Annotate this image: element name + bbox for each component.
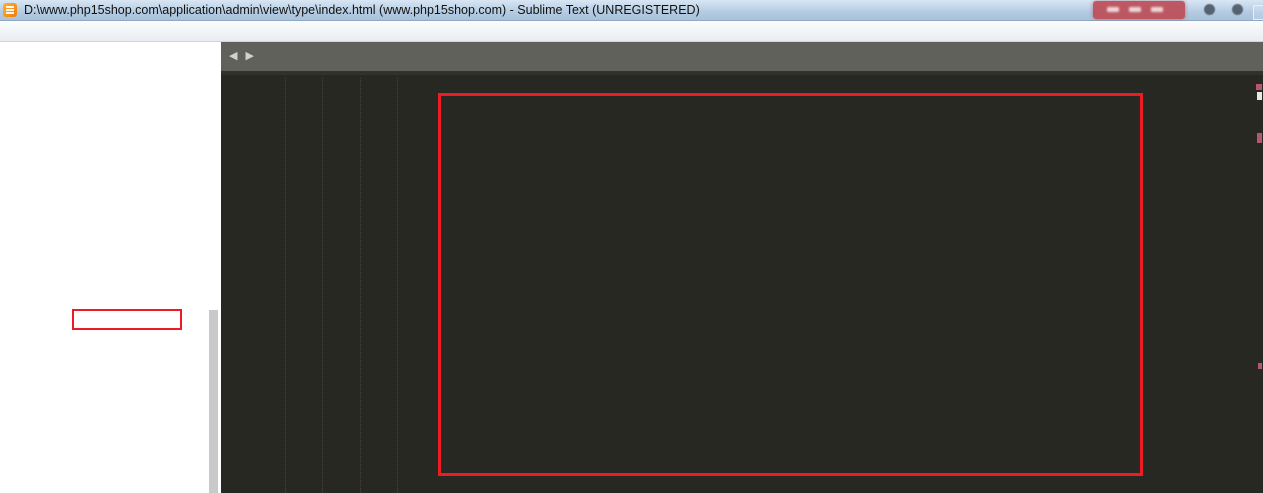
window-title: D:\www.php15shop.com\application\admin\v… — [24, 3, 700, 17]
indent-guide — [397, 78, 398, 493]
minimap-mark — [1257, 133, 1262, 143]
sublime-logo-icon — [3, 3, 17, 17]
tab-back-icon[interactable]: ◀ — [229, 49, 237, 62]
overlay-tool-icon[interactable] — [1232, 4, 1243, 15]
overlay-window-icon[interactable] — [1253, 5, 1263, 20]
minimap-mark — [1258, 363, 1262, 369]
file-tree-sidebar[interactable] — [0, 42, 221, 493]
tab-forward-icon[interactable]: ▶ — [245, 49, 253, 62]
title-bar[interactable]: D:\www.php15shop.com\application\admin\v… — [0, 0, 1263, 21]
overlay-tool-icon[interactable] — [1204, 4, 1215, 15]
screen-recorder-button[interactable] — [1093, 1, 1185, 19]
indent-guide — [322, 78, 323, 493]
tab-bar: ◀ ▶ — [221, 42, 1263, 75]
minimap-mark — [1257, 92, 1262, 100]
annotation-box-code — [438, 93, 1143, 476]
sidebar-scrollbar-thumb[interactable] — [209, 310, 218, 493]
annotation-box-sidebar — [72, 309, 182, 330]
menu-bar — [0, 21, 1263, 42]
indent-guide — [360, 78, 361, 493]
minimap-mark — [1256, 84, 1262, 90]
code-editor[interactable] — [221, 75, 1263, 493]
sublime-text-window: { "title_bar": { "title": "D:\\www.php15… — [0, 0, 1263, 493]
indent-guide — [285, 78, 286, 493]
